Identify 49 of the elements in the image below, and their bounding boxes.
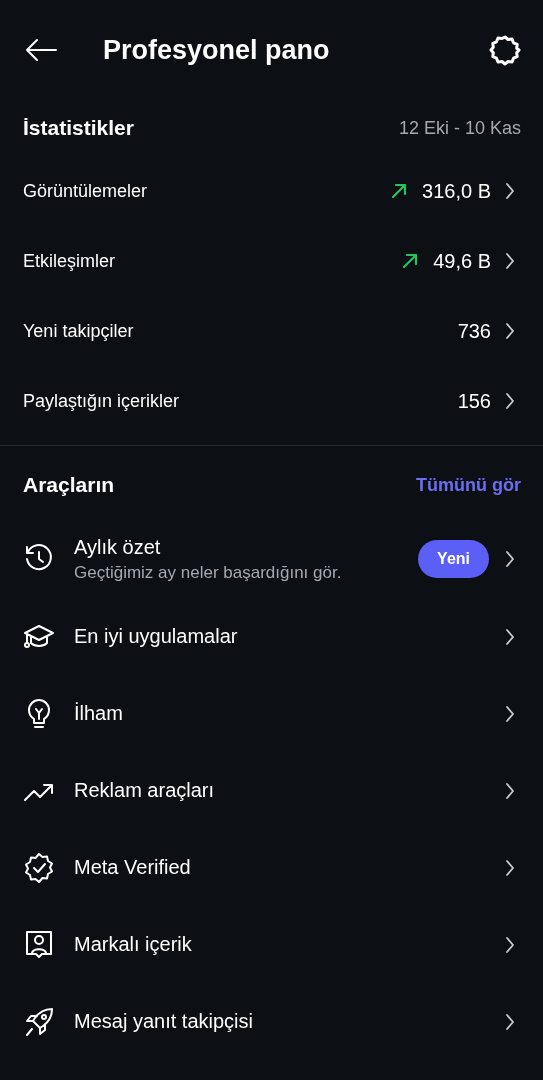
back-icon[interactable] [24,38,58,62]
tool-item[interactable]: En iyi uygulamalar [0,598,543,675]
stat-value: 316,0 B [422,179,491,203]
chevron-icon [505,1012,515,1031]
stat-label: Yeni takipçiler [23,320,134,342]
tool-label: Markalı içerik [74,933,193,956]
chevron-icon [505,392,515,410]
tool-label: Aylık özet [74,535,162,559]
stat-label: Etkileşimler [23,250,115,272]
stat-row[interactable]: Görüntülemeler 316,0 B [0,156,543,226]
stat-row[interactable]: Etkileşimler 49,6 B [0,226,543,296]
chevron-icon [505,252,515,270]
stat-label: Paylaştığın içerikler [23,390,180,412]
settings-icon[interactable] [489,34,521,66]
chevron-icon [505,627,515,646]
tool-label: Meta Verified [74,856,192,879]
see-all-link[interactable]: Tümünü gör [416,474,521,496]
rocket-icon [23,1005,55,1038]
verified-badge-icon [23,851,55,884]
tool-item[interactable]: Reklam araçları [0,752,543,829]
section-title: İstatistikler [23,116,134,140]
tool-item[interactable]: İlham [0,675,543,752]
tool-item[interactable]: Aylık özet Geçtiğimiz ay neler başardığını gör. Yeni [0,520,543,598]
stat-row[interactable]: Yeni takipçiler 736 [0,296,543,366]
date-range: 12 Eki - 10 Kas [398,117,521,139]
tool-label: Mesaj yanıt takipçisi [74,1010,254,1033]
stat-value: 49,6 B [433,249,491,273]
page-title: Profesyonel pano [103,34,331,66]
stat-value: 736 [457,319,491,343]
tool-item[interactable]: Markalı içerik [0,906,543,983]
tool-item[interactable]: Mesaj yanıt takipçisi [0,983,543,1060]
tool-label: İlham [74,702,124,725]
chevron-icon [505,781,515,800]
tool-label: Reklam araçları [74,779,216,802]
chevron-icon [505,550,515,568]
chevron-icon [505,322,515,340]
chevron-icon [505,935,515,954]
person-frame-icon [23,928,55,961]
chevron-icon [505,858,515,877]
chevron-icon [505,704,515,723]
section-title: Araçların [23,473,115,497]
tool-subtitle: Geçtiğimiz ay neler başardığını gör. [74,562,343,583]
chevron-icon [505,182,515,200]
tool-item[interactable]: Meta Verified [0,829,543,906]
new-badge: Yeni [418,540,489,578]
stat-row[interactable]: Paylaştığın içerikler 156 [0,366,543,436]
tool-label: En iyi uygulamalar [74,625,239,648]
stat-label: Görüntülemeler [23,180,148,202]
stat-value: 156 [457,389,491,413]
